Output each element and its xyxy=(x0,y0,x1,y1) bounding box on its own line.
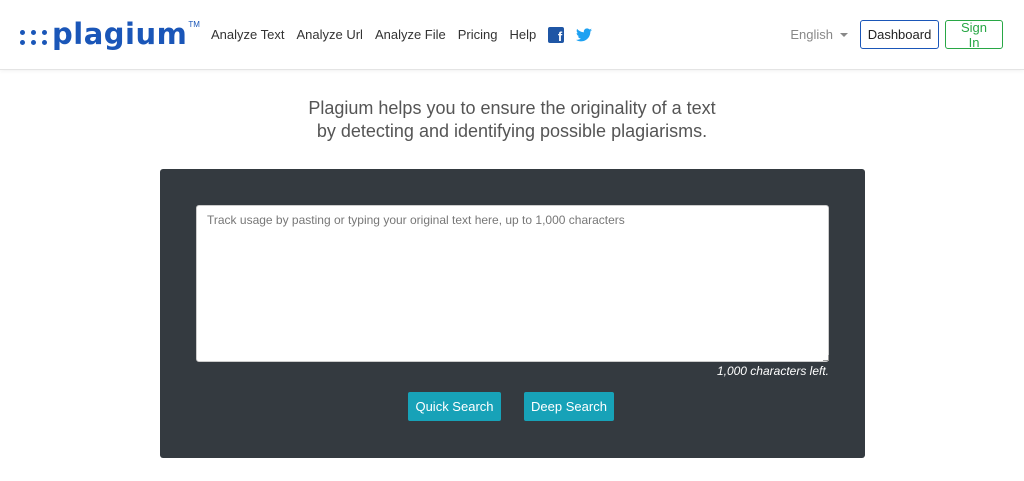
dashboard-button[interactable]: Dashboard xyxy=(860,20,939,49)
resize-handle-icon[interactable] xyxy=(823,355,829,361)
twitter-icon[interactable] xyxy=(576,27,593,43)
brand-name: plagium xyxy=(52,16,188,51)
main-nav: Analyze Text Analyze Url Analyze File Pr… xyxy=(211,27,604,44)
nav-right: English Dashboard Sign In xyxy=(790,20,1003,50)
chevron-down-icon xyxy=(840,32,848,37)
navbar: plagium TM Analyze Text Analyze Url Anal… xyxy=(0,0,1024,70)
quick-search-button[interactable]: Quick Search xyxy=(408,392,501,421)
tagline: Plagium helps you to ensure the original… xyxy=(0,97,1024,143)
brand-trademark: TM xyxy=(188,20,200,29)
characters-left: 1,000 characters left. xyxy=(716,364,829,378)
text-input[interactable] xyxy=(196,205,829,362)
tagline-line-1: Plagium helps you to ensure the original… xyxy=(308,98,716,118)
nav-analyze-file[interactable]: Analyze File xyxy=(375,27,446,43)
language-selector[interactable]: English xyxy=(790,27,848,42)
brand-logo[interactable]: plagium TM xyxy=(20,14,200,54)
search-panel: 1,000 characters left. Quick Search Deep… xyxy=(160,169,865,458)
deep-search-button[interactable]: Deep Search xyxy=(524,392,614,421)
nav-pricing[interactable]: Pricing xyxy=(458,27,498,43)
facebook-icon[interactable]: f xyxy=(548,27,565,44)
nav-analyze-text[interactable]: Analyze Text xyxy=(211,27,284,43)
logo-dots-icon xyxy=(20,29,49,47)
nav-help[interactable]: Help xyxy=(510,27,537,43)
signin-button[interactable]: Sign In xyxy=(945,20,1003,50)
tagline-line-2: by detecting and identifying possible pl… xyxy=(316,121,708,141)
language-label: English xyxy=(790,27,833,42)
nav-analyze-url[interactable]: Analyze Url xyxy=(296,27,362,43)
